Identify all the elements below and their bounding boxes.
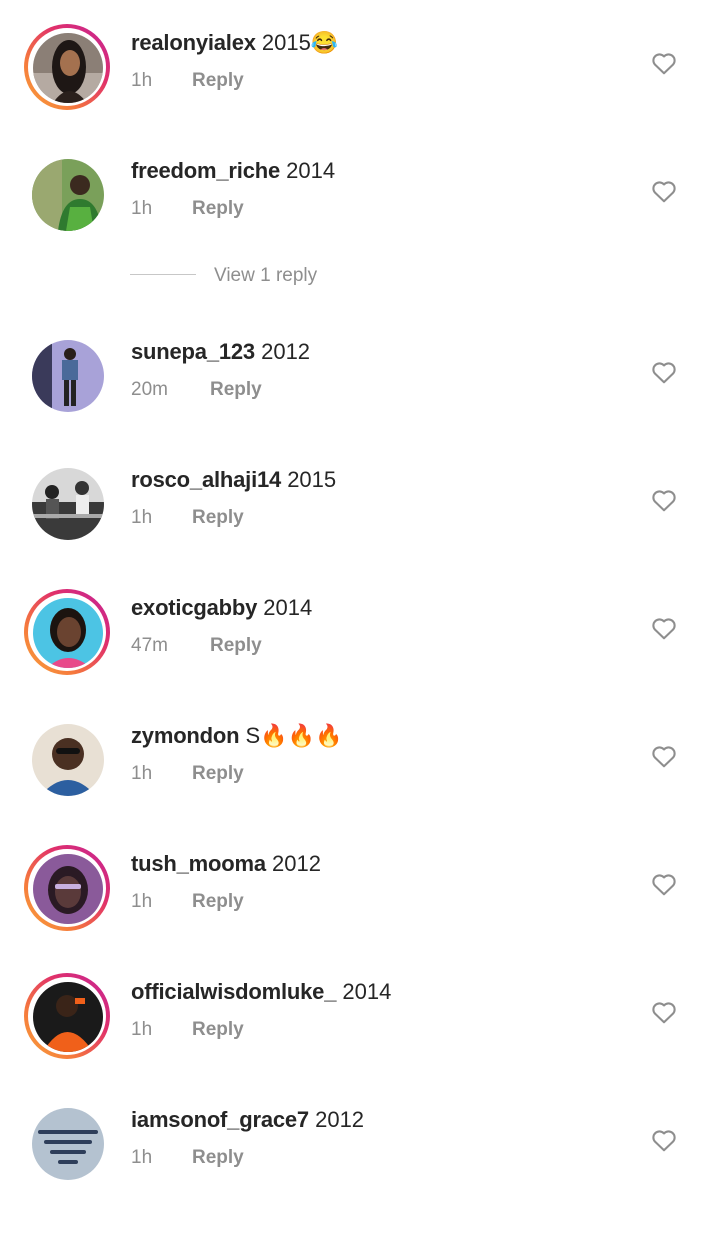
comment-time: 20m: [131, 379, 168, 400]
comment-text-line: tush_mooma 2012: [131, 850, 321, 878]
heart-outline-icon[interactable]: [651, 616, 677, 640]
comment-body: 2012: [272, 851, 321, 876]
comment-text-line: exoticgabby 2014: [131, 594, 312, 622]
comment-body: 2012: [315, 1107, 365, 1132]
heart-outline-icon[interactable]: [651, 872, 677, 896]
reply-button[interactable]: Reply: [192, 891, 244, 913]
comment-username[interactable]: exoticgabby: [131, 595, 257, 620]
comment-meta: 20m Reply: [131, 379, 262, 401]
comment-time: 1h: [131, 891, 153, 912]
comment-meta: 47m Reply: [131, 635, 262, 657]
reply-button[interactable]: Reply: [192, 198, 244, 220]
reply-button[interactable]: Reply: [192, 1019, 244, 1041]
comment-time: 1h: [131, 1147, 153, 1168]
comment-text-line: realonyialex 2015😂: [131, 29, 338, 57]
comment-text-line: zymondon S🔥🔥🔥: [131, 722, 342, 750]
view-replies-label: View 1 reply: [214, 265, 318, 286]
comment-item: iamsonof_grace7 2012 1h Reply: [0, 1107, 720, 1248]
comment-time: 47m: [131, 635, 168, 656]
comment-item: sunepa_123 2012 20m Reply: [0, 339, 720, 480]
heart-outline-icon[interactable]: [651, 744, 677, 768]
avatar[interactable]: [32, 724, 104, 796]
comment-item: zymondon S🔥🔥🔥 1h Reply: [0, 723, 720, 864]
avatar[interactable]: [32, 340, 104, 412]
reply-button[interactable]: Reply: [192, 70, 244, 92]
comment-body: 2014: [286, 158, 336, 183]
comment-item: realonyialex 2015😂 1h Reply: [0, 24, 720, 171]
comment-body: 2014: [342, 979, 392, 1004]
avatar[interactable]: [33, 854, 103, 924]
reply-button[interactable]: Reply: [192, 507, 244, 529]
avatar[interactable]: [33, 598, 103, 668]
comment-text-line: iamsonof_grace7 2012: [131, 1106, 364, 1134]
comment-username[interactable]: zymondon: [131, 723, 240, 748]
comment-meta: 1h Reply: [131, 763, 244, 785]
comment-time: 1h: [131, 198, 153, 219]
avatar[interactable]: [32, 159, 104, 231]
view-replies-button[interactable]: View 1 reply: [130, 263, 430, 291]
heart-outline-icon[interactable]: [651, 51, 677, 75]
view-replies-divider: [130, 274, 196, 275]
comment-meta: 1h Reply: [131, 198, 244, 220]
comment-body: 2015😂: [261, 30, 339, 55]
comment-text-line: freedom_riche 2014: [131, 157, 335, 185]
comment-item: officialwisdomluke_ 2014 1h Reply: [0, 973, 720, 1120]
heart-outline-icon[interactable]: [651, 1128, 677, 1152]
avatar[interactable]: [32, 1108, 104, 1180]
comment-time: 1h: [131, 763, 153, 784]
comment-body: S🔥🔥🔥: [245, 723, 343, 748]
reply-button[interactable]: Reply: [192, 1147, 244, 1169]
avatar[interactable]: [32, 468, 104, 540]
comment-username[interactable]: freedom_riche: [131, 158, 280, 183]
comment-text-line: officialwisdomluke_ 2014: [131, 978, 391, 1006]
comment-username[interactable]: officialwisdomluke_: [131, 979, 336, 1004]
comment-body: 2014: [263, 595, 313, 620]
heart-outline-icon[interactable]: [651, 1000, 677, 1024]
comment-time: 1h: [131, 507, 153, 528]
comment-username[interactable]: rosco_alhaji14: [131, 467, 281, 492]
comment-body: 2012: [261, 339, 311, 364]
reply-button[interactable]: Reply: [210, 635, 262, 657]
avatar[interactable]: [33, 982, 103, 1052]
reply-button[interactable]: Reply: [192, 763, 244, 785]
comment-text-line: sunepa_123 2012: [131, 338, 310, 366]
comment-username[interactable]: sunepa_123: [131, 339, 255, 364]
comment-text-line: rosco_alhaji14 2015: [131, 466, 336, 494]
comment-username[interactable]: tush_mooma: [131, 851, 266, 876]
comment-item: tush_mooma 2012 1h Reply: [0, 845, 720, 992]
comment-item: rosco_alhaji14 2015 1h Reply: [0, 467, 720, 608]
reply-button[interactable]: Reply: [210, 379, 262, 401]
comment-username[interactable]: realonyialex: [131, 30, 256, 55]
comment-username[interactable]: iamsonof_grace7: [131, 1107, 309, 1132]
avatar[interactable]: [33, 33, 103, 103]
heart-outline-icon[interactable]: [651, 360, 677, 384]
comment-meta: 1h Reply: [131, 891, 244, 913]
comment-body: 2015: [287, 467, 337, 492]
comment-meta: 1h Reply: [131, 70, 244, 92]
comment-time: 1h: [131, 1019, 153, 1040]
heart-outline-icon[interactable]: [651, 179, 677, 203]
comment-time: 1h: [131, 70, 153, 91]
comment-item: exoticgabby 2014 47m Reply: [0, 589, 720, 736]
heart-outline-icon[interactable]: [651, 488, 677, 512]
comment-meta: 1h Reply: [131, 1019, 244, 1041]
comment-meta: 1h Reply: [131, 1147, 244, 1169]
comment-meta: 1h Reply: [131, 507, 244, 529]
